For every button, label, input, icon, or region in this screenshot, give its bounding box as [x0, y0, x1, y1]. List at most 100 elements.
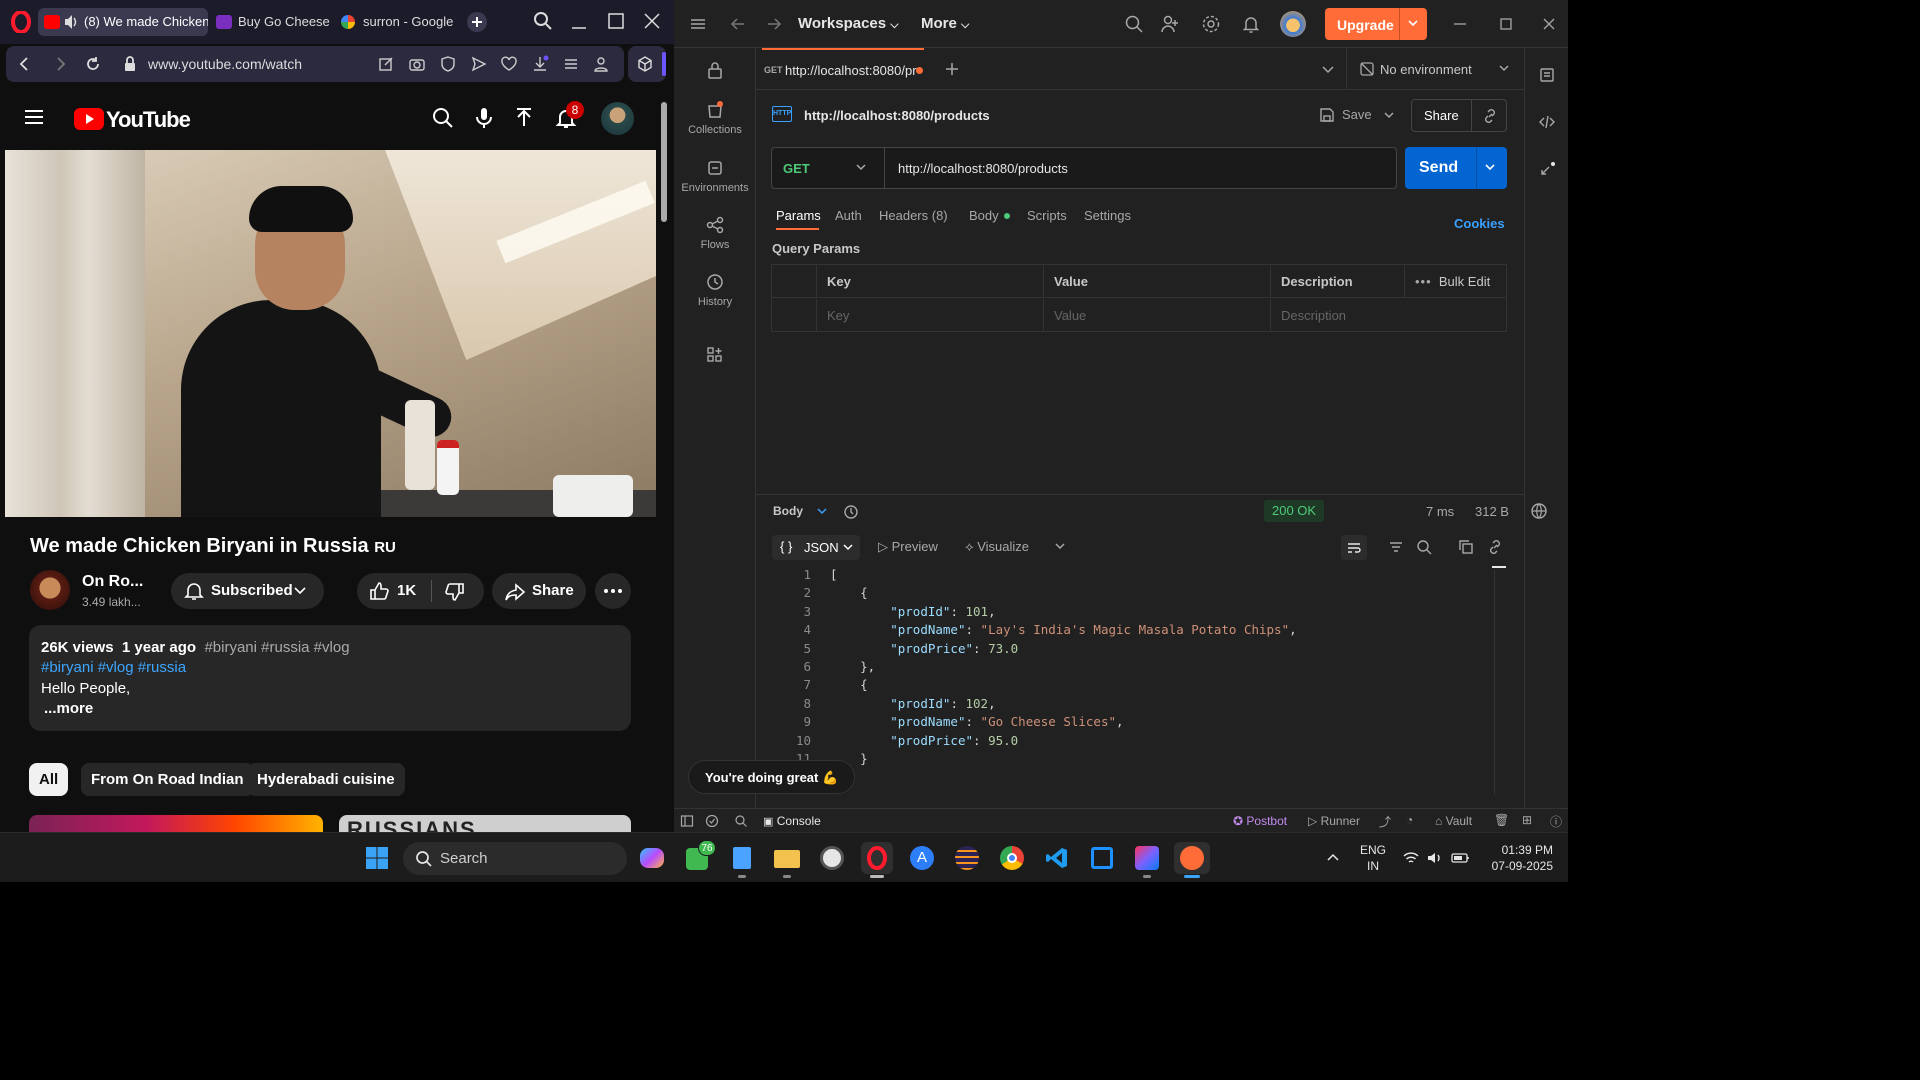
environment-selector[interactable]: No environment — [1357, 48, 1524, 90]
forward-arrow-icon[interactable] — [764, 14, 784, 34]
toggle-sidebar-icon[interactable] — [680, 814, 694, 828]
url-input[interactable]: http://localhost:8080/products — [898, 161, 1068, 176]
console-button[interactable]: ▣ Console — [763, 814, 821, 828]
search-icon[interactable] — [1124, 14, 1144, 34]
chevron-down-icon[interactable] — [1407, 19, 1419, 29]
system-clock[interactable]: 01:39 PM 07-09-2025 — [1481, 842, 1553, 874]
response-time[interactable]: 7 ms — [1426, 504, 1454, 519]
sidebar-item-flows[interactable]: Flows — [674, 215, 756, 251]
hashtag-links[interactable]: #biryani #vlog #russia — [41, 659, 186, 676]
download-icon[interactable] — [531, 55, 549, 73]
tab-body[interactable]: Body — [969, 208, 999, 223]
upload-icon[interactable] — [512, 106, 538, 132]
phone-link-app[interactable]: 76 — [682, 840, 716, 874]
chrome-app[interactable] — [996, 842, 1028, 874]
channel-name[interactable]: On Ro... — [82, 573, 143, 591]
value-input[interactable]: Value — [1044, 299, 1271, 332]
close-window-icon[interactable] — [641, 10, 665, 34]
profile-icon[interactable] — [592, 55, 610, 73]
send-options-chevron-icon[interactable] — [1483, 162, 1497, 174]
chevron-down-icon[interactable] — [1054, 542, 1066, 552]
request-tab[interactable]: GET http://localhost:8080/pr — [762, 48, 924, 90]
sidebar-item-collections[interactable]: Collections — [674, 100, 756, 136]
link-icon[interactable] — [1486, 538, 1504, 556]
speaker-icon[interactable] — [63, 8, 79, 36]
preview-tab[interactable]: ▷ Preview — [878, 539, 938, 555]
request-name[interactable]: http://localhost:8080/products — [804, 108, 990, 123]
tab-settings[interactable]: Settings — [1084, 208, 1131, 223]
easy-setup-icon[interactable] — [562, 55, 580, 73]
capture-icon[interactable]: ⤴ — [1379, 813, 1391, 830]
clock-app[interactable] — [816, 842, 848, 874]
format-selector[interactable]: { } JSON — [772, 535, 860, 560]
camera-icon[interactable] — [408, 55, 426, 73]
lock-icon[interactable] — [705, 60, 725, 80]
invite-user-icon[interactable] — [1160, 14, 1180, 34]
heart-icon[interactable] — [500, 55, 518, 73]
virtualbox-app[interactable] — [1086, 842, 1118, 874]
vscode-app[interactable] — [1041, 842, 1073, 874]
chip-cuisine[interactable]: Hyderabadi cuisine — [247, 763, 405, 796]
search-icon[interactable] — [1415, 538, 1433, 556]
microphone-icon[interactable] — [472, 106, 498, 132]
subscribed-button[interactable]: Subscribed — [171, 573, 324, 609]
like-button[interactable]: 1K — [357, 573, 431, 609]
sidebar-item-environments[interactable]: Environments — [674, 158, 756, 194]
battery-icon[interactable] — [1451, 850, 1471, 866]
shield-icon[interactable] — [439, 55, 457, 73]
chip-all[interactable]: All — [29, 763, 69, 796]
search-tabs-icon[interactable] — [532, 10, 556, 34]
tabs-dropdown-icon[interactable] — [1318, 59, 1338, 79]
url-text[interactable]: www.youtube.com/watch — [148, 56, 302, 72]
taskbar-search[interactable]: Search — [403, 842, 627, 875]
new-tab-icon[interactable] — [942, 59, 962, 79]
notepad-app[interactable] — [726, 842, 758, 878]
response-history-icon[interactable] — [842, 503, 860, 521]
back-arrow-icon[interactable] — [728, 14, 748, 34]
eclipse-app[interactable] — [951, 842, 983, 874]
speaker-icon[interactable] — [1426, 850, 1444, 866]
start-button[interactable] — [361, 842, 393, 874]
sidebar-item-history[interactable]: History — [674, 272, 756, 308]
related-collections-icon[interactable] — [1538, 160, 1556, 178]
chevron-up-icon[interactable] — [1325, 851, 1341, 863]
method-select[interactable]: GET — [772, 148, 885, 188]
cookies-link[interactable]: Cookies — [1454, 216, 1505, 231]
bulk-edit-button[interactable]: ••• Bulk Edit — [1405, 265, 1506, 298]
copy-icon[interactable] — [1457, 538, 1475, 556]
tab-buy-go-cheese[interactable]: Buy Go Cheese Sl — [210, 8, 330, 36]
more-menu[interactable]: More ⌵ — [921, 15, 969, 32]
cookies-icon[interactable]: ◔ — [1406, 813, 1413, 827]
app-store-app[interactable]: A — [906, 842, 938, 874]
search-icon[interactable] — [431, 106, 457, 132]
share-button[interactable]: Share — [492, 573, 586, 609]
channel-avatar[interactable] — [30, 570, 70, 610]
tab-params[interactable]: Params — [776, 208, 821, 223]
back-icon[interactable] — [16, 55, 34, 73]
more-actions-button[interactable] — [595, 573, 631, 609]
description-box[interactable]: 26K views 1 year ago #biryani #russia #v… — [29, 625, 631, 731]
code-snippet-icon[interactable] — [1538, 113, 1556, 131]
key-input[interactable]: Key — [817, 299, 1044, 332]
online-status-icon[interactable] — [705, 814, 719, 828]
postman-app[interactable] — [1174, 842, 1210, 878]
tab-auth[interactable]: Auth — [835, 208, 862, 223]
user-avatar[interactable] — [1280, 11, 1306, 37]
visualize-tab[interactable]: ⟡ Visualize — [965, 539, 1029, 555]
minimize-icon[interactable] — [1450, 14, 1470, 34]
response-size[interactable]: 312 B — [1475, 504, 1509, 519]
forward-icon[interactable] — [51, 55, 69, 73]
minimize-icon[interactable] — [568, 10, 592, 34]
description-input[interactable]: Description — [1271, 299, 1506, 332]
language-indicator[interactable]: ENG IN — [1360, 842, 1386, 874]
chip-channel[interactable]: From On Road Indian — [81, 763, 254, 796]
tab-scripts[interactable]: Scripts — [1027, 208, 1067, 223]
tab-youtube[interactable]: (8) We made Chicken B — [38, 8, 208, 36]
wifi-icon[interactable] — [1402, 850, 1420, 866]
filter-icon[interactable] — [1387, 538, 1405, 556]
upgrade-button[interactable]: Upgrade — [1325, 8, 1427, 40]
page-scrollbar[interactable] — [660, 92, 668, 832]
add-workbench-icon[interactable] — [705, 345, 725, 365]
encouragement-toast[interactable]: You're doing great 💪 — [688, 760, 856, 794]
documentation-icon[interactable] — [1538, 66, 1556, 84]
